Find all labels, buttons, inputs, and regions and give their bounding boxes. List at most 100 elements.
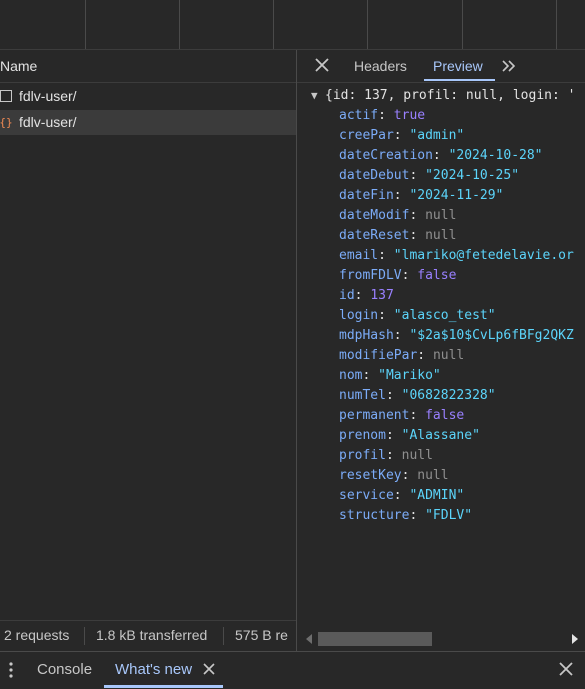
json-key: creePar bbox=[339, 128, 394, 143]
json-property[interactable]: dateCreation: "2024-10-28" bbox=[339, 146, 543, 166]
request-row[interactable]: fdlv-user/ bbox=[0, 84, 296, 109]
json-property[interactable]: creePar: "admin" bbox=[339, 126, 464, 146]
drawer-tab-console[interactable]: Console bbox=[37, 661, 92, 678]
scrollbar-thumb[interactable] bbox=[318, 632, 432, 646]
json-colon: : bbox=[378, 308, 394, 323]
json-property[interactable]: actif: true bbox=[339, 106, 425, 126]
json-key: email bbox=[339, 248, 379, 263]
timeline-gridline bbox=[367, 0, 368, 49]
json-colon: : bbox=[354, 288, 371, 303]
request-name: fdlv-user/ bbox=[19, 114, 77, 130]
json-property[interactable]: dateModif: null bbox=[339, 206, 456, 226]
json-key: actif bbox=[339, 108, 379, 123]
json-value: null bbox=[425, 208, 457, 223]
json-key: dateModif bbox=[339, 208, 410, 223]
active-tab-indicator bbox=[424, 79, 495, 81]
json-property[interactable]: profil: null bbox=[339, 446, 433, 466]
json-value: "ADMIN" bbox=[409, 488, 465, 503]
json-colon: : bbox=[385, 388, 402, 403]
drawer-tab-whats-new[interactable]: What's new bbox=[115, 661, 192, 678]
json-key: fromFDLV bbox=[339, 268, 402, 283]
json-key: modifiePar bbox=[339, 348, 418, 363]
json-property[interactable]: id: 137 bbox=[339, 286, 394, 306]
bottom-drawer: Console What's new bbox=[0, 651, 585, 689]
json-property[interactable]: dateReset: null bbox=[339, 226, 456, 246]
json-key: profil bbox=[339, 448, 386, 463]
json-key: id bbox=[339, 288, 355, 303]
json-colon: : bbox=[409, 208, 426, 223]
json-colon: : bbox=[378, 248, 394, 263]
json-key: mdpHash bbox=[339, 328, 394, 343]
json-key: resetKey bbox=[339, 468, 402, 483]
json-property[interactable]: dateDebut: "2024-10-25" bbox=[339, 166, 519, 186]
json-colon: : bbox=[401, 468, 418, 483]
json-colon: : bbox=[409, 168, 426, 183]
json-colon: : bbox=[409, 228, 426, 243]
timeline-gridline bbox=[273, 0, 274, 49]
json-value: false bbox=[417, 268, 457, 283]
json-key: nom bbox=[339, 368, 363, 383]
json-value: true bbox=[393, 108, 426, 123]
json-property[interactable]: nom: "Mariko" bbox=[339, 366, 441, 386]
json-property[interactable]: permanent: false bbox=[339, 406, 464, 426]
tab-headers[interactable]: Headers bbox=[354, 58, 407, 74]
json-property[interactable]: dateFin: "2024-11-29" bbox=[339, 186, 503, 206]
json-property[interactable]: fromFDLV: false bbox=[339, 266, 456, 286]
json-braces-icon: {} bbox=[0, 116, 12, 128]
json-key: dateReset bbox=[339, 228, 410, 243]
requests-panel: Name fdlv-user/ {} fdlv-user/ 2 requests… bbox=[0, 50, 297, 651]
details-tabbar: Headers Preview bbox=[297, 50, 585, 83]
json-value: "admin" bbox=[409, 128, 465, 143]
more-options-icon[interactable] bbox=[8, 661, 14, 679]
json-value: "Mariko" bbox=[378, 368, 441, 383]
json-value: "2024-10-25" bbox=[425, 168, 520, 183]
scroll-left-arrow-icon[interactable] bbox=[306, 634, 312, 644]
close-drawer-icon[interactable] bbox=[559, 662, 573, 676]
request-row-selected[interactable]: {} fdlv-user/ bbox=[0, 110, 296, 135]
json-property[interactable]: service: "ADMIN" bbox=[339, 486, 464, 506]
json-property[interactable]: numTel: "0682822328" bbox=[339, 386, 496, 406]
json-summary-text: {id: 137, profil: null, login: ' bbox=[325, 88, 576, 103]
request-count: 2 requests bbox=[4, 627, 70, 643]
json-value: "Alassane" bbox=[401, 428, 480, 443]
horizontal-scrollbar[interactable] bbox=[297, 628, 585, 650]
json-colon: : bbox=[393, 128, 410, 143]
json-value: null bbox=[425, 228, 457, 243]
close-tab-icon[interactable] bbox=[202, 662, 216, 676]
json-value: null bbox=[401, 448, 433, 463]
more-tabs-chevron-icon[interactable] bbox=[501, 58, 517, 74]
json-property[interactable]: prenom: "Alassane" bbox=[339, 426, 480, 446]
json-property[interactable]: mdpHash: "$2a$10$CvLp6fBFg2QKZ bbox=[339, 326, 574, 346]
json-key: structure bbox=[339, 508, 410, 523]
json-key: dateCreation bbox=[339, 148, 433, 163]
tab-preview[interactable]: Preview bbox=[433, 58, 483, 74]
divider bbox=[223, 627, 224, 645]
name-column-header[interactable]: Name bbox=[0, 50, 296, 83]
json-key: service bbox=[339, 488, 394, 503]
json-colon: : bbox=[393, 328, 410, 343]
json-value: 137 bbox=[370, 288, 394, 303]
json-colon: : bbox=[417, 348, 433, 363]
json-value: null bbox=[417, 468, 449, 483]
json-property[interactable]: login: "alasco_test" bbox=[339, 306, 496, 326]
network-overview-timeline[interactable] bbox=[0, 0, 585, 50]
json-key: permanent bbox=[339, 408, 410, 423]
json-colon: : bbox=[393, 188, 410, 203]
close-icon[interactable] bbox=[313, 56, 331, 74]
json-colon: : bbox=[409, 508, 426, 523]
json-colon: : bbox=[393, 488, 410, 503]
json-property[interactable]: resetKey: null bbox=[339, 466, 449, 486]
network-summary-bar: 2 requests 1.8 kB transferred 575 B re bbox=[0, 620, 296, 652]
request-name: fdlv-user/ bbox=[19, 88, 77, 104]
json-property[interactable]: modifiePar: null bbox=[339, 346, 464, 366]
json-value: "$2a$10$CvLp6fBFg2QKZ bbox=[409, 328, 574, 343]
scroll-right-arrow-icon[interactable] bbox=[572, 634, 578, 644]
json-colon: : bbox=[378, 108, 394, 123]
json-property[interactable]: structure: "FDLV" bbox=[339, 506, 472, 526]
json-value: "2024-10-28" bbox=[448, 148, 543, 163]
json-property[interactable]: email: "lmariko@fetedelavie.or bbox=[339, 246, 574, 266]
expand-triangle-icon[interactable]: ▼ bbox=[311, 86, 318, 106]
json-value: false bbox=[425, 408, 465, 423]
json-value: "0682822328" bbox=[401, 388, 496, 403]
json-value: "FDLV" bbox=[425, 508, 473, 523]
